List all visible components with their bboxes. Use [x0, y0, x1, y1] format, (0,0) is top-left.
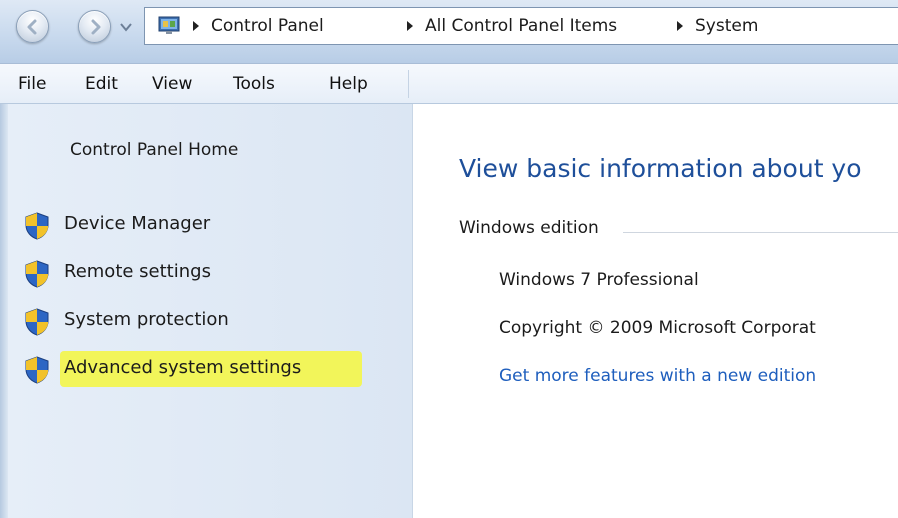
breadcrumb-control-panel[interactable]: Control Panel [211, 8, 324, 44]
control-panel-icon [158, 16, 180, 34]
menu-tools[interactable]: Tools [233, 64, 275, 104]
window-frame-edge [0, 104, 8, 518]
uac-shield-icon [25, 260, 49, 288]
back-button[interactable] [16, 10, 49, 43]
breadcrumb-separator-icon [677, 21, 683, 31]
chevron-down-icon [120, 23, 132, 32]
windows-edition-name: Windows 7 Professional [499, 270, 699, 290]
uac-shield-icon [25, 212, 49, 240]
section-divider [623, 232, 898, 233]
back-arrow-icon [27, 19, 37, 35]
uac-shield-icon [25, 356, 49, 384]
menu-edit[interactable]: Edit [85, 64, 118, 104]
menu-bar-divider [408, 70, 409, 98]
breadcrumb-separator-icon [193, 21, 199, 31]
task-label: Advanced system settings [64, 357, 302, 378]
window-title-bar: Control Panel All Control Panel Items Sy… [0, 0, 898, 63]
get-more-features-link[interactable]: Get more features with a new edition [499, 366, 816, 386]
breadcrumb-system[interactable]: System [695, 8, 758, 44]
menu-help[interactable]: Help [329, 64, 368, 104]
task-label: System protection [64, 309, 229, 330]
forward-button[interactable] [78, 10, 111, 43]
task-label: Remote settings [64, 261, 211, 282]
uac-shield-icon [25, 308, 49, 336]
task-pane: Control Panel Home Device Manager Remote… [0, 104, 413, 518]
breadcrumb-separator-icon [407, 21, 413, 31]
windows-edition-section-title: Windows edition [459, 218, 603, 238]
forward-arrow-icon [91, 19, 101, 35]
address-bar[interactable]: Control Panel All Control Panel Items Sy… [144, 7, 898, 45]
main-content: View basic information about yo Windows … [413, 104, 898, 518]
page-title: View basic information about yo [459, 154, 862, 183]
breadcrumb-all-items[interactable]: All Control Panel Items [425, 8, 617, 44]
menu-bar: File Edit View Tools Help [0, 63, 898, 104]
control-panel-home-link[interactable]: Control Panel Home [70, 140, 238, 160]
copyright-text: Copyright © 2009 Microsoft Corporat [499, 318, 816, 338]
menu-file[interactable]: File [18, 64, 46, 104]
menu-view[interactable]: View [152, 64, 192, 104]
recent-pages-dropdown[interactable] [117, 16, 135, 38]
task-label: Device Manager [64, 213, 211, 234]
